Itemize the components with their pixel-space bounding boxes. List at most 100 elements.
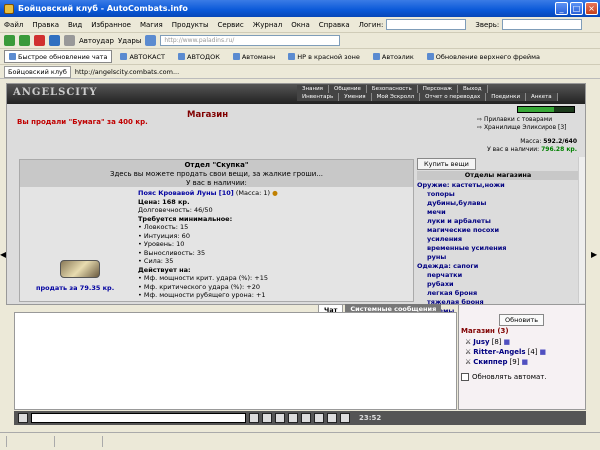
settings-icon[interactable] — [340, 413, 350, 423]
tab-url[interactable]: http://angelscity.combats.com... — [75, 68, 179, 76]
bookmark-item[interactable]: НР в красной зоне — [283, 50, 365, 63]
info-icon[interactable]: ● — [272, 189, 278, 197]
chat-area[interactable] — [14, 312, 457, 410]
smiley-icon[interactable] — [18, 413, 28, 423]
nav-item[interactable]: Мой Эскролл — [371, 93, 421, 101]
bookmark-item[interactable]: Автоэлик — [368, 50, 419, 63]
info-icon[interactable]: ■ — [540, 348, 547, 356]
nav-item[interactable]: Умения — [339, 93, 372, 101]
bookmark-item[interactable]: Быстрое обновление чата — [4, 50, 113, 63]
nav-item[interactable]: Знания — [297, 85, 329, 93]
dept-link[interactable]: легкая броня — [417, 289, 506, 298]
clear-icon[interactable] — [262, 413, 272, 423]
game-scrollbar[interactable] — [578, 157, 585, 303]
refresh-button[interactable]: Обновить — [499, 314, 545, 326]
autodar-button[interactable]: Автоудар — [79, 37, 114, 45]
dept-link[interactable]: мечи — [417, 208, 506, 217]
sell-link[interactable]: продать за 79.35 кр. — [36, 284, 114, 292]
departments-list: Оружие: кастеты,ножи топоры дубины,булавы… — [417, 181, 506, 316]
dept-link[interactable]: луки и арбалеты — [417, 217, 506, 226]
filter-icon[interactable] — [145, 35, 157, 46]
translit-icon[interactable] — [288, 413, 298, 423]
dept-link[interactable]: временные усиления — [417, 244, 506, 253]
nav-item[interactable]: Поединки — [486, 93, 527, 101]
udary-button[interactable]: Удары — [118, 37, 141, 45]
nav-item[interactable]: Безопасность — [366, 85, 418, 93]
address-bar[interactable]: http://www.paladins.ru/ — [160, 35, 341, 46]
bookmark-icon — [232, 53, 240, 60]
right-arrow-icon[interactable]: ▶ — [591, 250, 597, 259]
tab-fight-club[interactable]: Бойцовский клуб — [4, 65, 71, 78]
dept-weapons[interactable]: Оружие: кастеты,ножи — [417, 181, 506, 190]
online-title: Магазин (3) — [461, 327, 509, 335]
dept-link[interactable]: перчатки — [417, 271, 506, 280]
menu-item[interactable]: Файл — [4, 21, 23, 29]
send-icon[interactable] — [249, 413, 259, 423]
info-icon[interactable]: ■ — [504, 338, 511, 346]
emote-icon[interactable] — [327, 413, 337, 423]
dept-link[interactable]: топоры — [417, 190, 506, 199]
stop-icon[interactable] — [34, 35, 45, 46]
nav-item[interactable]: Персонаж — [417, 85, 459, 93]
save-icon[interactable] — [301, 413, 311, 423]
minimize-button[interactable]: _ — [555, 2, 568, 15]
menu-item[interactable]: Магия — [140, 21, 163, 29]
user-row[interactable]: ⚔ Скиппер [9] ■ — [465, 358, 528, 366]
filter-icon[interactable] — [275, 413, 285, 423]
dept-link[interactable]: рубахи — [417, 280, 506, 289]
item-name[interactable]: Пояс Кровавой Луны [10] — [138, 189, 234, 197]
bookmark-icon — [120, 53, 128, 60]
bookmark-icon — [288, 53, 296, 60]
dept-link[interactable]: руны — [417, 253, 506, 262]
user-name[interactable]: Ritter-Angels — [473, 348, 525, 356]
link-stalls[interactable]: ⇨ Прилавки с товарами — [477, 116, 567, 124]
beast-label: Зверь: — [475, 20, 500, 29]
nav-item[interactable]: Анкета — [526, 93, 558, 101]
nav-item[interactable]: Выход — [458, 85, 488, 93]
info-icon[interactable]: ■ — [521, 358, 528, 366]
window-controls: _ □ × — [555, 2, 598, 15]
dept-link[interactable]: дубины,булавы — [417, 199, 506, 208]
bookmark-label: Автоэлик — [381, 52, 414, 61]
user-name[interactable]: Скиппер — [473, 358, 507, 366]
hp-fill — [518, 107, 554, 112]
bookmark-item[interactable]: Автоманн — [228, 50, 280, 63]
nav-item[interactable]: Инвентарь — [297, 93, 340, 101]
maximize-button[interactable]: □ — [570, 2, 583, 15]
login-input[interactable] — [386, 19, 467, 30]
auto-refresh[interactable]: Обновлять автомат. — [461, 373, 547, 381]
forward-icon[interactable] — [19, 35, 30, 46]
dept-link[interactable]: усиления — [417, 235, 506, 244]
beast-input[interactable] — [502, 19, 583, 30]
close-button[interactable]: × — [585, 2, 598, 15]
chat-input[interactable] — [31, 413, 246, 423]
bookmark-item[interactable]: Обновление верхнего фрейма — [422, 50, 545, 63]
menu-item[interactable]: Журнал — [253, 21, 282, 29]
menu-item[interactable]: Избранное — [91, 21, 131, 29]
bookmark-item[interactable]: АВТОКАСТ — [115, 50, 170, 63]
user-row[interactable]: ⚔ Ritter-Angels [4] ■ — [465, 348, 546, 356]
home-icon[interactable] — [64, 35, 75, 46]
menu-item[interactable]: Сервис — [218, 21, 244, 29]
refresh-icon[interactable] — [49, 35, 60, 46]
buy-button[interactable]: Купить вещи — [417, 158, 476, 170]
user-row[interactable]: ⚔ Jusy [8] ■ — [465, 338, 510, 346]
menu-item[interactable]: Окна — [291, 21, 310, 29]
dept-clothes[interactable]: Одежда: сапоги — [417, 262, 506, 271]
font-icon[interactable] — [314, 413, 324, 423]
user-name[interactable]: Jusy — [473, 338, 489, 346]
menu-item[interactable]: Вид — [68, 21, 82, 29]
menu-item[interactable]: Справка — [319, 21, 350, 29]
link-elixirs[interactable]: ⇨ Хранилище Эликсиров [3] — [477, 124, 567, 132]
bookmark-label: АВТОДОК — [187, 52, 220, 61]
nav-item[interactable]: Отчет о переводах — [420, 93, 487, 101]
back-icon[interactable] — [4, 35, 15, 46]
auto-refresh-checkbox[interactable] — [461, 373, 469, 381]
menu-item[interactable]: Правка — [32, 21, 59, 29]
bookmark-item[interactable]: АВТОДОК — [173, 50, 225, 63]
dept-link[interactable]: магические посохи — [417, 226, 506, 235]
nav-item[interactable]: Общение — [328, 85, 367, 93]
money-value: 796.28 кр. — [541, 146, 577, 153]
menu-item[interactable]: Продукты — [172, 21, 209, 29]
login-label: Логин: — [358, 20, 384, 29]
